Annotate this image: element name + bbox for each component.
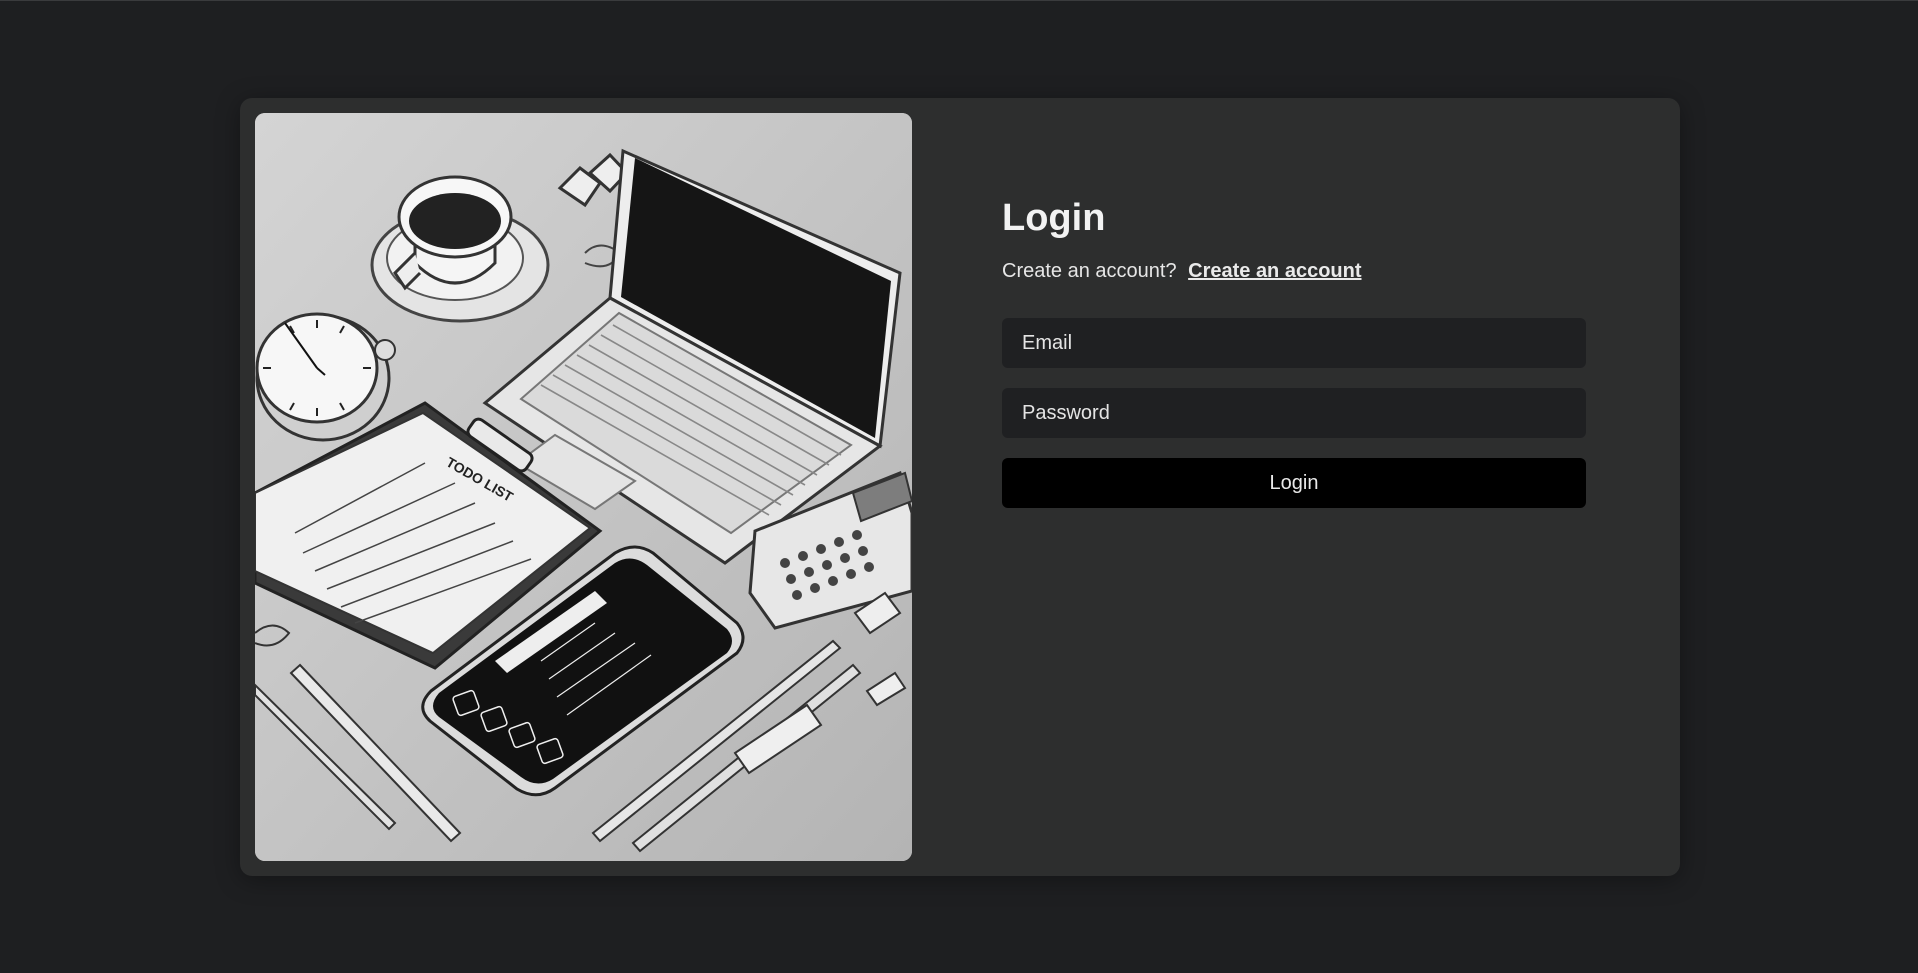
page-title: Login [1002,197,1106,239]
login-form: Login Create an account? Create an accou… [1002,196,1586,508]
login-button[interactable]: Login [1002,458,1586,508]
email-field[interactable] [1002,318,1586,368]
create-account-link[interactable]: Create an account [1188,260,1361,282]
login-card: TODO LIST Login Create an account? Creat… [240,98,1680,876]
top-border [0,0,1918,1]
signup-prompt: Create an account? Create an account [1002,259,1586,283]
hero-illustration: TODO LIST [255,113,912,861]
password-field[interactable] [1002,388,1586,438]
signup-prompt-text: Create an account? [1002,260,1177,282]
